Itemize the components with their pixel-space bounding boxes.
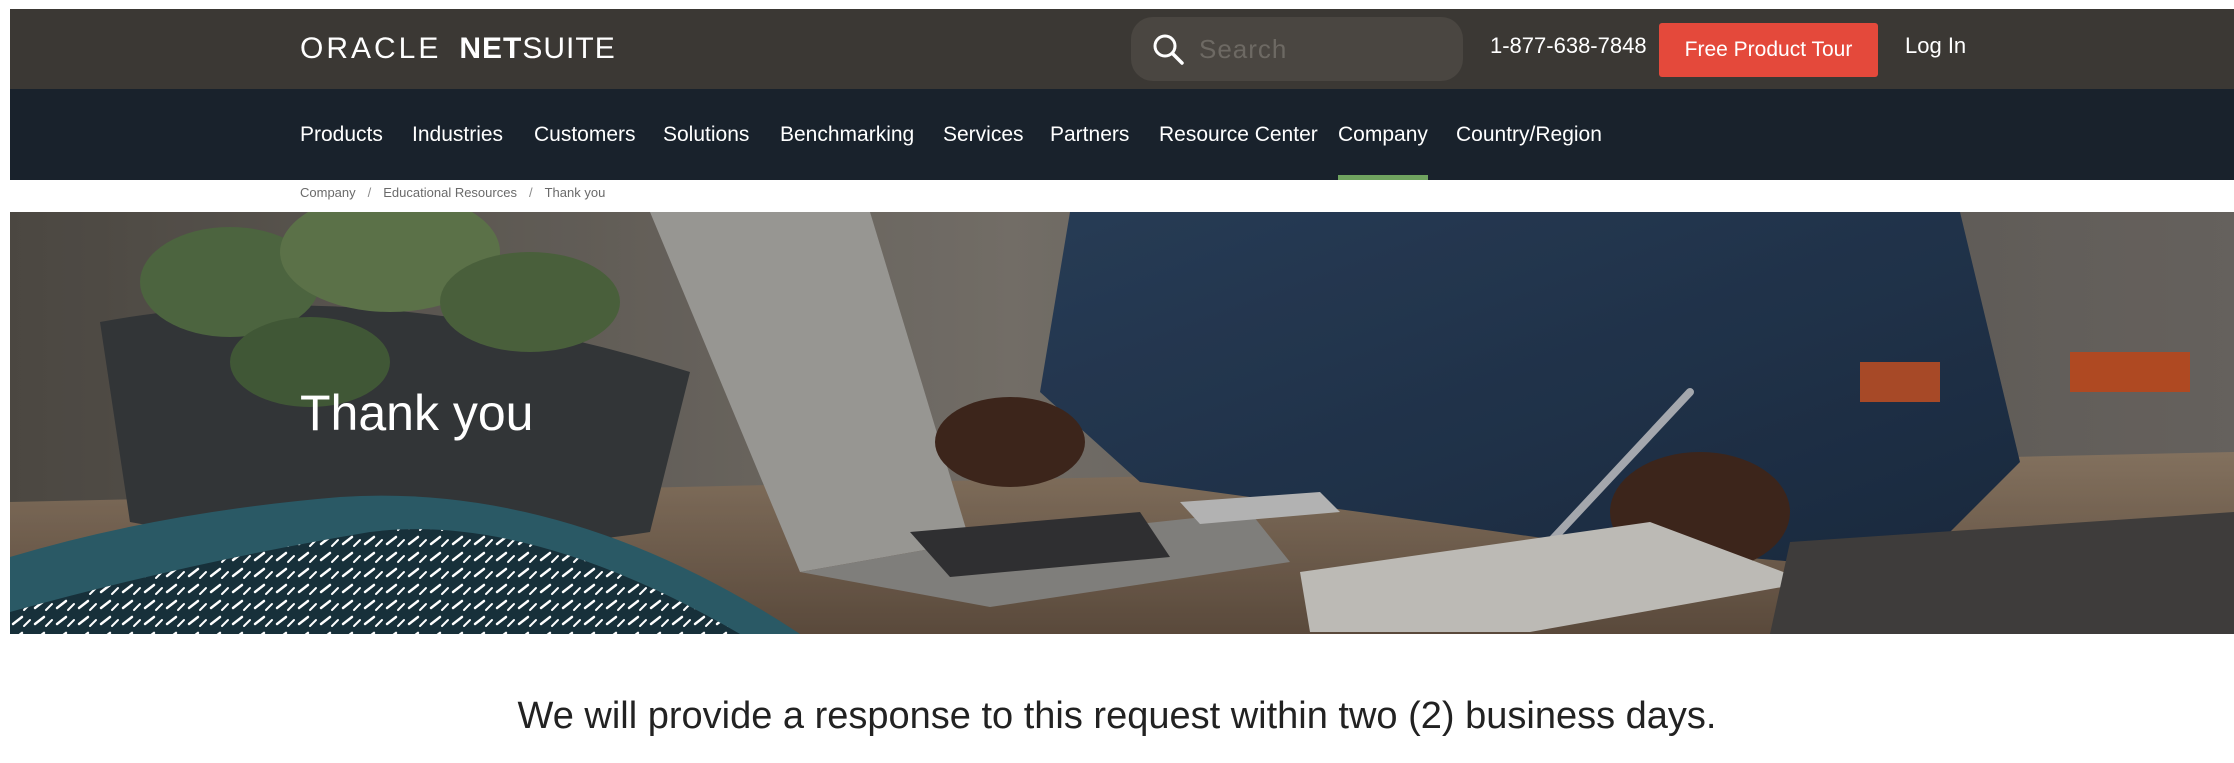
log-in-link[interactable]: Log In xyxy=(1905,33,1966,59)
logo-net-text: NET xyxy=(459,32,523,65)
breadcrumb: Company / Educational Resources / Thank … xyxy=(300,185,605,200)
search-icon[interactable] xyxy=(1151,32,1185,66)
nav-item-solutions[interactable]: Solutions xyxy=(663,89,749,180)
main-navigation: Products Industries Customers Solutions … xyxy=(10,89,2234,180)
nav-item-benchmarking[interactable]: Benchmarking xyxy=(780,89,914,180)
breadcrumb-educational-resources[interactable]: Educational Resources xyxy=(383,185,517,200)
hero-title: Thank you xyxy=(300,385,534,441)
nav-item-customers[interactable]: Customers xyxy=(534,89,636,180)
hero-banner: Thank you xyxy=(10,212,2234,634)
nav-item-industries[interactable]: Industries xyxy=(412,89,503,180)
phone-link[interactable]: 1-877-638-7848 xyxy=(1490,33,1647,59)
search-box[interactable] xyxy=(1131,17,1463,81)
nav-item-services[interactable]: Services xyxy=(943,89,1024,180)
nav-item-company[interactable]: Company xyxy=(1338,89,1428,180)
oracle-netsuite-logo[interactable]: ORACLE NET SUITE xyxy=(300,31,616,67)
breadcrumb-separator: / xyxy=(367,185,372,200)
breadcrumb-separator: / xyxy=(528,185,533,200)
nav-item-products[interactable]: Products xyxy=(300,89,383,180)
nav-item-country-region[interactable]: Country/Region xyxy=(1456,89,1602,180)
response-message: We will provide a response to this reque… xyxy=(517,695,1717,737)
search-input[interactable] xyxy=(1199,33,1439,65)
logo-suite-text: SUITE xyxy=(522,32,616,65)
free-product-tour-button[interactable]: Free Product Tour xyxy=(1659,23,1878,77)
breadcrumb-current: Thank you xyxy=(544,185,606,200)
nav-item-partners[interactable]: Partners xyxy=(1050,89,1129,180)
logo-oracle-text: ORACLE xyxy=(300,32,442,65)
breadcrumb-company[interactable]: Company xyxy=(300,185,356,200)
top-utility-bar: ORACLE NETSUITE 1-877-638-7848 Free Prod… xyxy=(10,9,2234,89)
nav-item-resource-center[interactable]: Resource Center xyxy=(1159,89,1318,180)
